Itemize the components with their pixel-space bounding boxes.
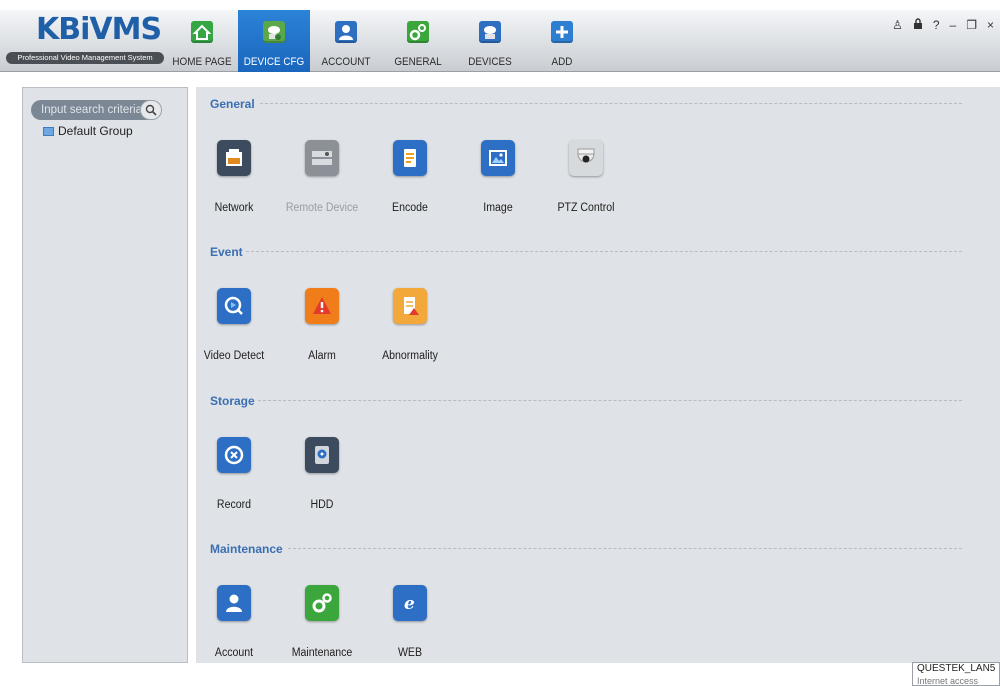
tab-label: ADD: [551, 56, 573, 68]
tile-remote-device[interactable]: Remote Device: [284, 140, 368, 230]
tile-network[interactable]: Network: [196, 140, 280, 230]
top-bar: KBiVMS Professional Video Management Sys…: [0, 10, 1000, 72]
section-title-event: Event: [210, 245, 243, 259]
close-icon[interactable]: ×: [987, 18, 994, 32]
tab-label: HOME PAGE: [172, 56, 232, 68]
help-icon[interactable]: ?: [933, 18, 940, 32]
network-icon: [217, 140, 251, 176]
search-icon: [145, 104, 157, 116]
tab-label: DEVICE CFG: [243, 56, 305, 68]
account-icon: [335, 21, 357, 43]
tile-ptz-control[interactable]: PTZ Control: [548, 140, 632, 230]
restore-icon[interactable]: ❐: [966, 18, 977, 32]
video-detect-icon: [217, 288, 251, 324]
user-icon[interactable]: ♙: [892, 18, 903, 32]
image-icon: [481, 140, 515, 176]
tile-encode[interactable]: Encode: [372, 140, 456, 230]
alarm-icon: [305, 288, 339, 324]
tile-label: Account: [214, 647, 254, 659]
section-divider: [260, 103, 962, 104]
tab-label: GENERAL: [394, 56, 442, 68]
tab-general[interactable]: GENERAL: [382, 10, 454, 72]
tile-label: Network: [214, 202, 254, 214]
web-icon: e: [393, 585, 427, 621]
minimize-icon[interactable]: –: [950, 18, 957, 32]
tile-video-detect[interactable]: Video Detect: [196, 288, 280, 378]
account-icon: [217, 585, 251, 621]
tile-hdd[interactable]: HDD: [284, 437, 368, 527]
search-button[interactable]: [140, 100, 162, 120]
devices-icon: [479, 21, 501, 43]
add-icon: [551, 21, 573, 43]
network-name: QUESTEK_LAN5: [917, 663, 996, 674]
tile-label: Video Detect: [203, 350, 265, 362]
tile-account[interactable]: Account: [196, 585, 280, 675]
record-icon: [217, 437, 251, 473]
tile-maintenance[interactable]: Maintenance: [284, 585, 368, 675]
network-status-tooltip: QUESTEK_LAN5 Internet access: [912, 662, 1000, 686]
maintenance-icon: [305, 585, 339, 621]
tile-label: Encode: [392, 202, 428, 214]
tile-alarm[interactable]: Alarm: [284, 288, 368, 378]
lock-icon[interactable]: [913, 18, 923, 32]
tree-item-label: Default Group: [58, 124, 133, 138]
tile-record[interactable]: Record: [196, 437, 280, 527]
logo-subtitle: Professional Video Management System: [6, 52, 164, 64]
tab-label: ACCOUNT: [321, 56, 371, 68]
tile-label: Image: [483, 202, 513, 214]
remote-device-icon: [305, 140, 339, 176]
tile-label: PTZ Control: [557, 202, 615, 214]
main-nav: HOME PAGE DEVICE CFG ACCOUNT GENERAL DEV…: [166, 10, 598, 72]
window-controls: ♙ ? – ❐ ×: [892, 18, 994, 32]
home-icon: [191, 21, 213, 43]
section-title-general: General: [210, 97, 255, 111]
tab-devices[interactable]: DEVICES: [454, 10, 526, 72]
tab-account[interactable]: ACCOUNT: [310, 10, 382, 72]
encode-icon: [393, 140, 427, 176]
svg-text:e: e: [404, 594, 415, 614]
search-input[interactable]: [31, 100, 141, 120]
device-cfg-icon: [263, 21, 285, 43]
tile-web[interactable]: e WEB: [372, 585, 456, 675]
section-divider: [288, 548, 962, 549]
tile-image[interactable]: Image: [460, 140, 544, 230]
tree-item-default-group[interactable]: Default Group: [43, 124, 133, 138]
tab-label: DEVICES: [468, 56, 512, 68]
section-title-maintenance: Maintenance: [210, 542, 283, 556]
logo-text: KBiVMS: [36, 12, 162, 47]
tab-add[interactable]: ADD: [526, 10, 598, 72]
tab-device-cfg[interactable]: DEVICE CFG: [238, 10, 310, 72]
ptz-camera-icon: [569, 140, 603, 176]
search-box: [31, 100, 162, 120]
tile-label: Alarm: [308, 350, 336, 362]
config-panel: General Network Remote Device Encode Ima…: [196, 87, 1000, 663]
abnormality-icon: [393, 288, 427, 324]
tile-label: Record: [216, 499, 252, 511]
tile-abnormality[interactable]: Abnormality: [372, 288, 456, 378]
network-status: Internet access: [917, 676, 979, 686]
tile-label: WEB: [397, 647, 423, 659]
section-title-storage: Storage: [210, 394, 255, 408]
tile-label: Remote Device: [285, 202, 359, 214]
section-divider: [258, 400, 962, 401]
section-divider: [246, 251, 962, 252]
tile-label: Abnormality: [382, 350, 438, 362]
tile-label: HDD: [310, 499, 334, 511]
tab-home-page[interactable]: HOME PAGE: [166, 10, 238, 72]
general-icon: [407, 21, 429, 43]
tile-label: Maintenance: [291, 647, 353, 659]
hdd-icon: [305, 437, 339, 473]
app-logo: KBiVMS Professional Video Management Sys…: [6, 12, 166, 68]
folder-icon: [43, 126, 54, 136]
device-tree-panel: Default Group: [22, 87, 188, 663]
